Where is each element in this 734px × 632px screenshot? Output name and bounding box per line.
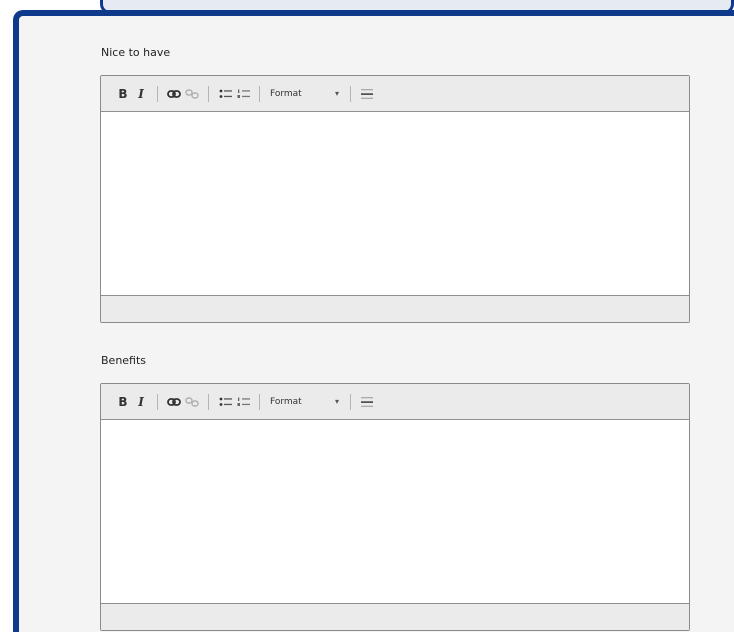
chevron-down-icon: ▾ — [334, 397, 339, 406]
nice-to-have-text-area[interactable] — [101, 112, 689, 295]
benefits-editor: B I Format ▾ — [100, 383, 690, 631]
editor-status-bar — [101, 603, 689, 630]
benefits-label: Benefits — [101, 354, 147, 367]
unlink-icon[interactable] — [183, 84, 201, 104]
nice-to-have-editor: B I Format ▾ — [100, 75, 690, 323]
numbered-list-icon[interactable] — [234, 392, 252, 412]
format-dropdown-label: Format — [270, 396, 302, 407]
toolbar-separator — [208, 85, 209, 102]
link-icon[interactable] — [165, 392, 183, 412]
benefits-text-area[interactable] — [101, 420, 689, 603]
toolbar-separator — [350, 393, 351, 410]
italic-button[interactable]: I — [132, 392, 150, 412]
format-dropdown[interactable]: Format ▾ — [267, 392, 343, 412]
italic-button[interactable]: I — [132, 84, 150, 104]
editor-toolbar: B I Format ▾ — [101, 76, 689, 112]
editor-status-bar — [101, 295, 689, 322]
link-icon[interactable] — [165, 84, 183, 104]
horizontal-rule-icon[interactable] — [358, 84, 376, 104]
toolbar-separator — [157, 85, 158, 102]
toolbar-separator — [350, 85, 351, 102]
form-panel: Nice to have B I Format ▾ Benefits B I F… — [13, 10, 734, 632]
bulleted-list-icon[interactable] — [216, 84, 234, 104]
toolbar-separator — [208, 393, 209, 410]
bold-button[interactable]: B — [114, 84, 132, 104]
horizontal-rule-icon[interactable] — [358, 392, 376, 412]
toolbar-separator — [157, 393, 158, 410]
format-dropdown-label: Format — [270, 88, 302, 99]
bulleted-list-icon[interactable] — [216, 392, 234, 412]
nice-to-have-label: Nice to have — [101, 46, 171, 59]
chevron-down-icon: ▾ — [334, 89, 339, 98]
bold-button[interactable]: B — [114, 392, 132, 412]
unlink-icon[interactable] — [183, 392, 201, 412]
toolbar-separator — [259, 393, 260, 410]
toolbar-separator — [259, 85, 260, 102]
format-dropdown[interactable]: Format ▾ — [267, 84, 343, 104]
editor-toolbar: B I Format ▾ — [101, 384, 689, 420]
numbered-list-icon[interactable] — [234, 84, 252, 104]
